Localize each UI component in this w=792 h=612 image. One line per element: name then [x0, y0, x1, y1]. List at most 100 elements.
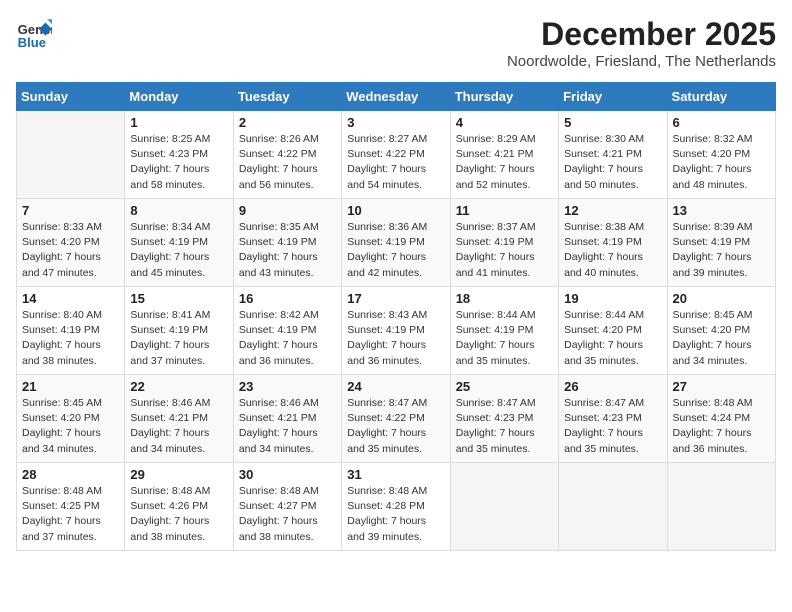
calendar-cell: 23 Sunrise: 8:46 AMSunset: 4:21 PMDayligh…	[233, 375, 341, 463]
day-number: 22	[130, 379, 227, 394]
day-info: Sunrise: 8:39 AMSunset: 4:19 PMDaylight:…	[673, 220, 770, 281]
calendar-week-4: 21Sunrise: 8:45 AMSunset: 4:20 PMDayligh…	[17, 375, 776, 463]
day-info: Sunrise: 8:48 AMSunset: 4:27 PMDaylight:…	[239, 484, 336, 545]
calendar-cell: 1 Sunrise: 8:25 AMSunset: 4:23 PMDaylight…	[125, 111, 233, 199]
day-info: Sunrise: 8:47 AMSunset: 4:23 PMDaylight:…	[456, 396, 553, 457]
weekday-header-thursday: Thursday	[450, 83, 558, 111]
day-info: Sunrise: 8:25 AMSunset: 4:23 PMDaylight:…	[130, 132, 227, 193]
day-number: 23	[239, 379, 336, 394]
day-number: 21	[22, 379, 119, 394]
calendar-cell: 16 Sunrise: 8:42 AMSunset: 4:19 PMDayligh…	[233, 287, 341, 375]
calendar-cell: 7 Sunrise: 8:33 AMSunset: 4:20 PMDaylight…	[17, 199, 125, 287]
calendar-week-5: 28Sunrise: 8:48 AMSunset: 4:25 PMDayligh…	[17, 463, 776, 551]
day-info: Sunrise: 8:48 AMSunset: 4:25 PMDaylight:…	[22, 484, 119, 545]
day-info: Sunrise: 8:42 AMSunset: 4:19 PMDaylight:…	[239, 308, 336, 369]
weekday-header-saturday: Saturday	[667, 83, 775, 111]
day-info: Sunrise: 8:33 AMSunset: 4:20 PMDaylight:…	[22, 220, 119, 281]
calendar-week-1: 1 Sunrise: 8:25 AMSunset: 4:23 PMDaylight…	[17, 111, 776, 199]
day-number: 31	[347, 467, 444, 482]
day-number: 5	[564, 115, 661, 130]
calendar-cell: 31Sunrise: 8:48 AMSunset: 4:28 PMDayligh…	[342, 463, 450, 551]
day-number: 25	[456, 379, 553, 394]
day-number: 3	[347, 115, 444, 130]
day-number: 4	[456, 115, 553, 130]
calendar-cell: 17Sunrise: 8:43 AMSunset: 4:19 PMDayligh…	[342, 287, 450, 375]
day-info: Sunrise: 8:38 AMSunset: 4:19 PMDaylight:…	[564, 220, 661, 281]
day-info: Sunrise: 8:35 AMSunset: 4:19 PMDaylight:…	[239, 220, 336, 281]
calendar-cell: 3 Sunrise: 8:27 AMSunset: 4:22 PMDaylight…	[342, 111, 450, 199]
calendar-cell: 8 Sunrise: 8:34 AMSunset: 4:19 PMDaylight…	[125, 199, 233, 287]
day-info: Sunrise: 8:37 AMSunset: 4:19 PMDaylight:…	[456, 220, 553, 281]
calendar-cell: 27 Sunrise: 8:48 AMSunset: 4:24 PMDayligh…	[667, 375, 775, 463]
day-number: 11	[456, 203, 553, 218]
logo: General Blue	[16, 16, 52, 52]
calendar-cell	[559, 463, 667, 551]
calendar-cell	[17, 111, 125, 199]
location-subtitle: Noordwolde, Friesland, The Netherlands	[507, 53, 776, 70]
day-number: 7	[22, 203, 119, 218]
day-number: 13	[673, 203, 770, 218]
month-title: December 2025	[507, 16, 776, 53]
logo-icon: General Blue	[16, 16, 52, 52]
calendar-cell: 22 Sunrise: 8:46 AMSunset: 4:21 PMDayligh…	[125, 375, 233, 463]
calendar-cell: 6 Sunrise: 8:32 AMSunset: 4:20 PMDaylight…	[667, 111, 775, 199]
day-info: Sunrise: 8:34 AMSunset: 4:19 PMDaylight:…	[130, 220, 227, 281]
calendar-cell	[450, 463, 558, 551]
weekday-header-monday: Monday	[125, 83, 233, 111]
calendar-cell: 9 Sunrise: 8:35 AMSunset: 4:19 PMDaylight…	[233, 199, 341, 287]
day-info: Sunrise: 8:44 AMSunset: 4:19 PMDaylight:…	[456, 308, 553, 369]
day-info: Sunrise: 8:47 AMSunset: 4:23 PMDaylight:…	[564, 396, 661, 457]
calendar-table: SundayMondayTuesdayWednesdayThursdayFrid…	[16, 82, 776, 551]
day-info: Sunrise: 8:27 AMSunset: 4:22 PMDaylight:…	[347, 132, 444, 193]
day-number: 18	[456, 291, 553, 306]
day-number: 19	[564, 291, 661, 306]
calendar-cell: 19 Sunrise: 8:44 AMSunset: 4:20 PMDayligh…	[559, 287, 667, 375]
calendar-cell: 21Sunrise: 8:45 AMSunset: 4:20 PMDayligh…	[17, 375, 125, 463]
calendar-cell: 2Sunrise: 8:26 AMSunset: 4:22 PMDaylight…	[233, 111, 341, 199]
day-info: Sunrise: 8:48 AMSunset: 4:24 PMDaylight:…	[673, 396, 770, 457]
day-number: 20	[673, 291, 770, 306]
day-number: 8	[130, 203, 227, 218]
day-info: Sunrise: 8:40 AMSunset: 4:19 PMDaylight:…	[22, 308, 119, 369]
svg-text:Blue: Blue	[18, 35, 46, 50]
day-info: Sunrise: 8:46 AMSunset: 4:21 PMDaylight:…	[239, 396, 336, 457]
day-info: Sunrise: 8:43 AMSunset: 4:19 PMDaylight:…	[347, 308, 444, 369]
day-number: 9	[239, 203, 336, 218]
day-number: 24	[347, 379, 444, 394]
day-number: 1	[130, 115, 227, 130]
calendar-cell: 13 Sunrise: 8:39 AMSunset: 4:19 PMDayligh…	[667, 199, 775, 287]
day-number: 15	[130, 291, 227, 306]
calendar-week-3: 14 Sunrise: 8:40 AMSunset: 4:19 PMDayligh…	[17, 287, 776, 375]
calendar-cell: 25 Sunrise: 8:47 AMSunset: 4:23 PMDayligh…	[450, 375, 558, 463]
calendar-week-2: 7 Sunrise: 8:33 AMSunset: 4:20 PMDaylight…	[17, 199, 776, 287]
day-info: Sunrise: 8:47 AMSunset: 4:22 PMDaylight:…	[347, 396, 444, 457]
weekday-header-row: SundayMondayTuesdayWednesdayThursdayFrid…	[17, 83, 776, 111]
weekday-header-wednesday: Wednesday	[342, 83, 450, 111]
weekday-header-friday: Friday	[559, 83, 667, 111]
day-number: 27	[673, 379, 770, 394]
day-number: 6	[673, 115, 770, 130]
calendar-cell: 30 Sunrise: 8:48 AMSunset: 4:27 PMDayligh…	[233, 463, 341, 551]
weekday-header-sunday: Sunday	[17, 83, 125, 111]
day-info: Sunrise: 8:46 AMSunset: 4:21 PMDaylight:…	[130, 396, 227, 457]
day-info: Sunrise: 8:36 AMSunset: 4:19 PMDaylight:…	[347, 220, 444, 281]
day-number: 26	[564, 379, 661, 394]
day-info: Sunrise: 8:26 AMSunset: 4:22 PMDaylight:…	[239, 132, 336, 193]
day-number: 16	[239, 291, 336, 306]
day-info: Sunrise: 8:45 AMSunset: 4:20 PMDaylight:…	[673, 308, 770, 369]
calendar-cell: 28Sunrise: 8:48 AMSunset: 4:25 PMDayligh…	[17, 463, 125, 551]
calendar-cell: 14 Sunrise: 8:40 AMSunset: 4:19 PMDayligh…	[17, 287, 125, 375]
calendar-cell: 15 Sunrise: 8:41 AMSunset: 4:19 PMDayligh…	[125, 287, 233, 375]
day-info: Sunrise: 8:29 AMSunset: 4:21 PMDaylight:…	[456, 132, 553, 193]
calendar-cell: 10Sunrise: 8:36 AMSunset: 4:19 PMDayligh…	[342, 199, 450, 287]
day-info: Sunrise: 8:41 AMSunset: 4:19 PMDaylight:…	[130, 308, 227, 369]
day-info: Sunrise: 8:32 AMSunset: 4:20 PMDaylight:…	[673, 132, 770, 193]
day-number: 14	[22, 291, 119, 306]
day-info: Sunrise: 8:48 AMSunset: 4:26 PMDaylight:…	[130, 484, 227, 545]
calendar-cell: 29Sunrise: 8:48 AMSunset: 4:26 PMDayligh…	[125, 463, 233, 551]
page-header: General Blue December 2025 Noordwolde, F…	[16, 16, 776, 70]
day-number: 30	[239, 467, 336, 482]
calendar-cell: 4 Sunrise: 8:29 AMSunset: 4:21 PMDaylight…	[450, 111, 558, 199]
day-info: Sunrise: 8:44 AMSunset: 4:20 PMDaylight:…	[564, 308, 661, 369]
calendar-cell	[667, 463, 775, 551]
